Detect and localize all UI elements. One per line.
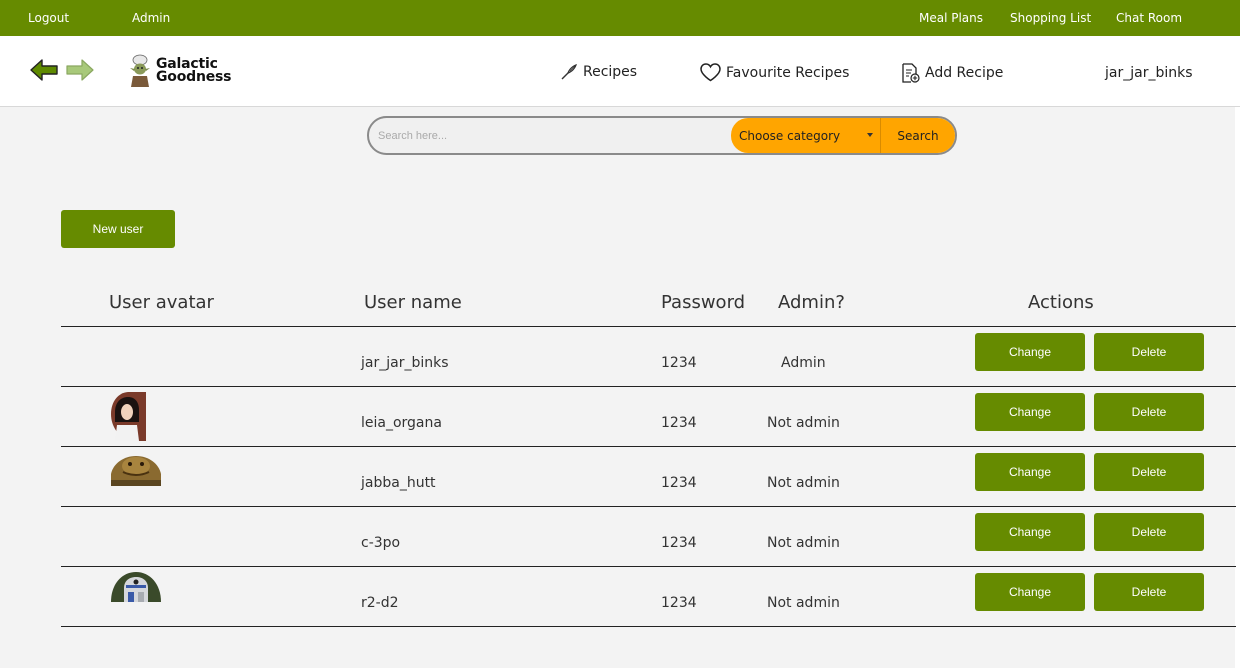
meal-plans-link[interactable]: Meal Plans [919, 11, 983, 25]
username-cell: jar_jar_binks [361, 355, 449, 371]
current-username[interactable]: jar_jar_binks [1105, 65, 1193, 81]
change-button[interactable]: Change [975, 453, 1085, 491]
category-select[interactable]: Choose category [731, 118, 880, 153]
delete-button[interactable]: Delete [1094, 333, 1204, 371]
nav-add-recipe[interactable]: Add Recipe [901, 63, 1003, 83]
logo-text-line2: Goodness [156, 69, 232, 85]
password-cell: 1234 [661, 595, 697, 611]
nav-recipes[interactable]: Recipes [560, 63, 637, 81]
search-button[interactable]: Search [880, 118, 955, 153]
column-header-avatar: User avatar [109, 292, 214, 313]
column-header-admin: Admin? [778, 292, 845, 313]
main-header: Galactic Goodness Recipes Favourite Reci… [0, 36, 1240, 107]
nav-favourite-recipes-label: Favourite Recipes [726, 64, 850, 81]
change-button[interactable]: Change [975, 333, 1085, 371]
change-button[interactable]: Change [975, 573, 1085, 611]
table-divider [61, 626, 1236, 627]
table-divider [61, 566, 1236, 567]
admin-status-cell: Admin [781, 355, 826, 371]
column-header-actions: Actions [1028, 292, 1094, 313]
column-header-username: User name [364, 292, 462, 313]
table-divider [61, 506, 1236, 507]
category-select-label: Choose category [739, 129, 841, 143]
password-cell: 1234 [661, 355, 697, 371]
avatar [111, 392, 146, 441]
nav-add-recipe-label: Add Recipe [925, 65, 1004, 81]
avatar [111, 452, 161, 486]
admin-status-cell: Not admin [767, 535, 840, 551]
avatar [111, 572, 161, 602]
table-divider [61, 386, 1236, 387]
delete-button[interactable]: Delete [1094, 513, 1204, 551]
username-cell: r2-d2 [361, 595, 399, 611]
change-button[interactable]: Change [975, 393, 1085, 431]
delete-button[interactable]: Delete [1094, 393, 1204, 431]
add-document-icon [902, 63, 920, 83]
right-edge-strip [1235, 107, 1240, 668]
change-button[interactable]: Change [975, 513, 1085, 551]
logout-link[interactable]: Logout [28, 11, 69, 25]
username-cell: c-3po [361, 535, 401, 551]
admin-status-cell: Not admin [767, 595, 840, 611]
username-cell: leia_organa [361, 415, 442, 431]
forward-arrow-icon[interactable] [66, 58, 94, 86]
table-divider [61, 326, 1236, 327]
nav-favourite-recipes[interactable]: Favourite Recipes [700, 63, 849, 82]
chat-room-link[interactable]: Chat Room [1116, 11, 1182, 25]
heart-icon [700, 63, 721, 82]
galactic-goodness-logo[interactable]: Galactic Goodness [128, 54, 231, 88]
top-nav-bar: Logout Admin Meal Plans Shopping List Ch… [0, 0, 1240, 36]
new-user-button[interactable]: New user [61, 210, 175, 248]
delete-button[interactable]: Delete [1094, 573, 1204, 611]
yoda-chef-icon [130, 54, 150, 87]
admin-status-cell: Not admin [767, 475, 840, 491]
whisk-icon [561, 64, 577, 80]
search-input[interactable] [369, 118, 731, 153]
password-cell: 1234 [661, 535, 697, 551]
admin-link[interactable]: Admin [132, 11, 170, 25]
nav-recipes-label: Recipes [583, 64, 638, 80]
shopping-list-link[interactable]: Shopping List [1010, 11, 1091, 25]
table-divider [61, 446, 1236, 447]
admin-status-cell: Not admin [767, 415, 840, 431]
delete-button[interactable]: Delete [1094, 453, 1204, 491]
password-cell: 1234 [661, 415, 697, 431]
chevron-down-icon [867, 133, 873, 137]
search-bar: Choose category Search [367, 116, 957, 155]
password-cell: 1234 [661, 475, 697, 491]
username-cell: jabba_hutt [361, 475, 436, 491]
back-arrow-icon[interactable] [30, 58, 58, 86]
column-header-password: Password [661, 292, 746, 313]
